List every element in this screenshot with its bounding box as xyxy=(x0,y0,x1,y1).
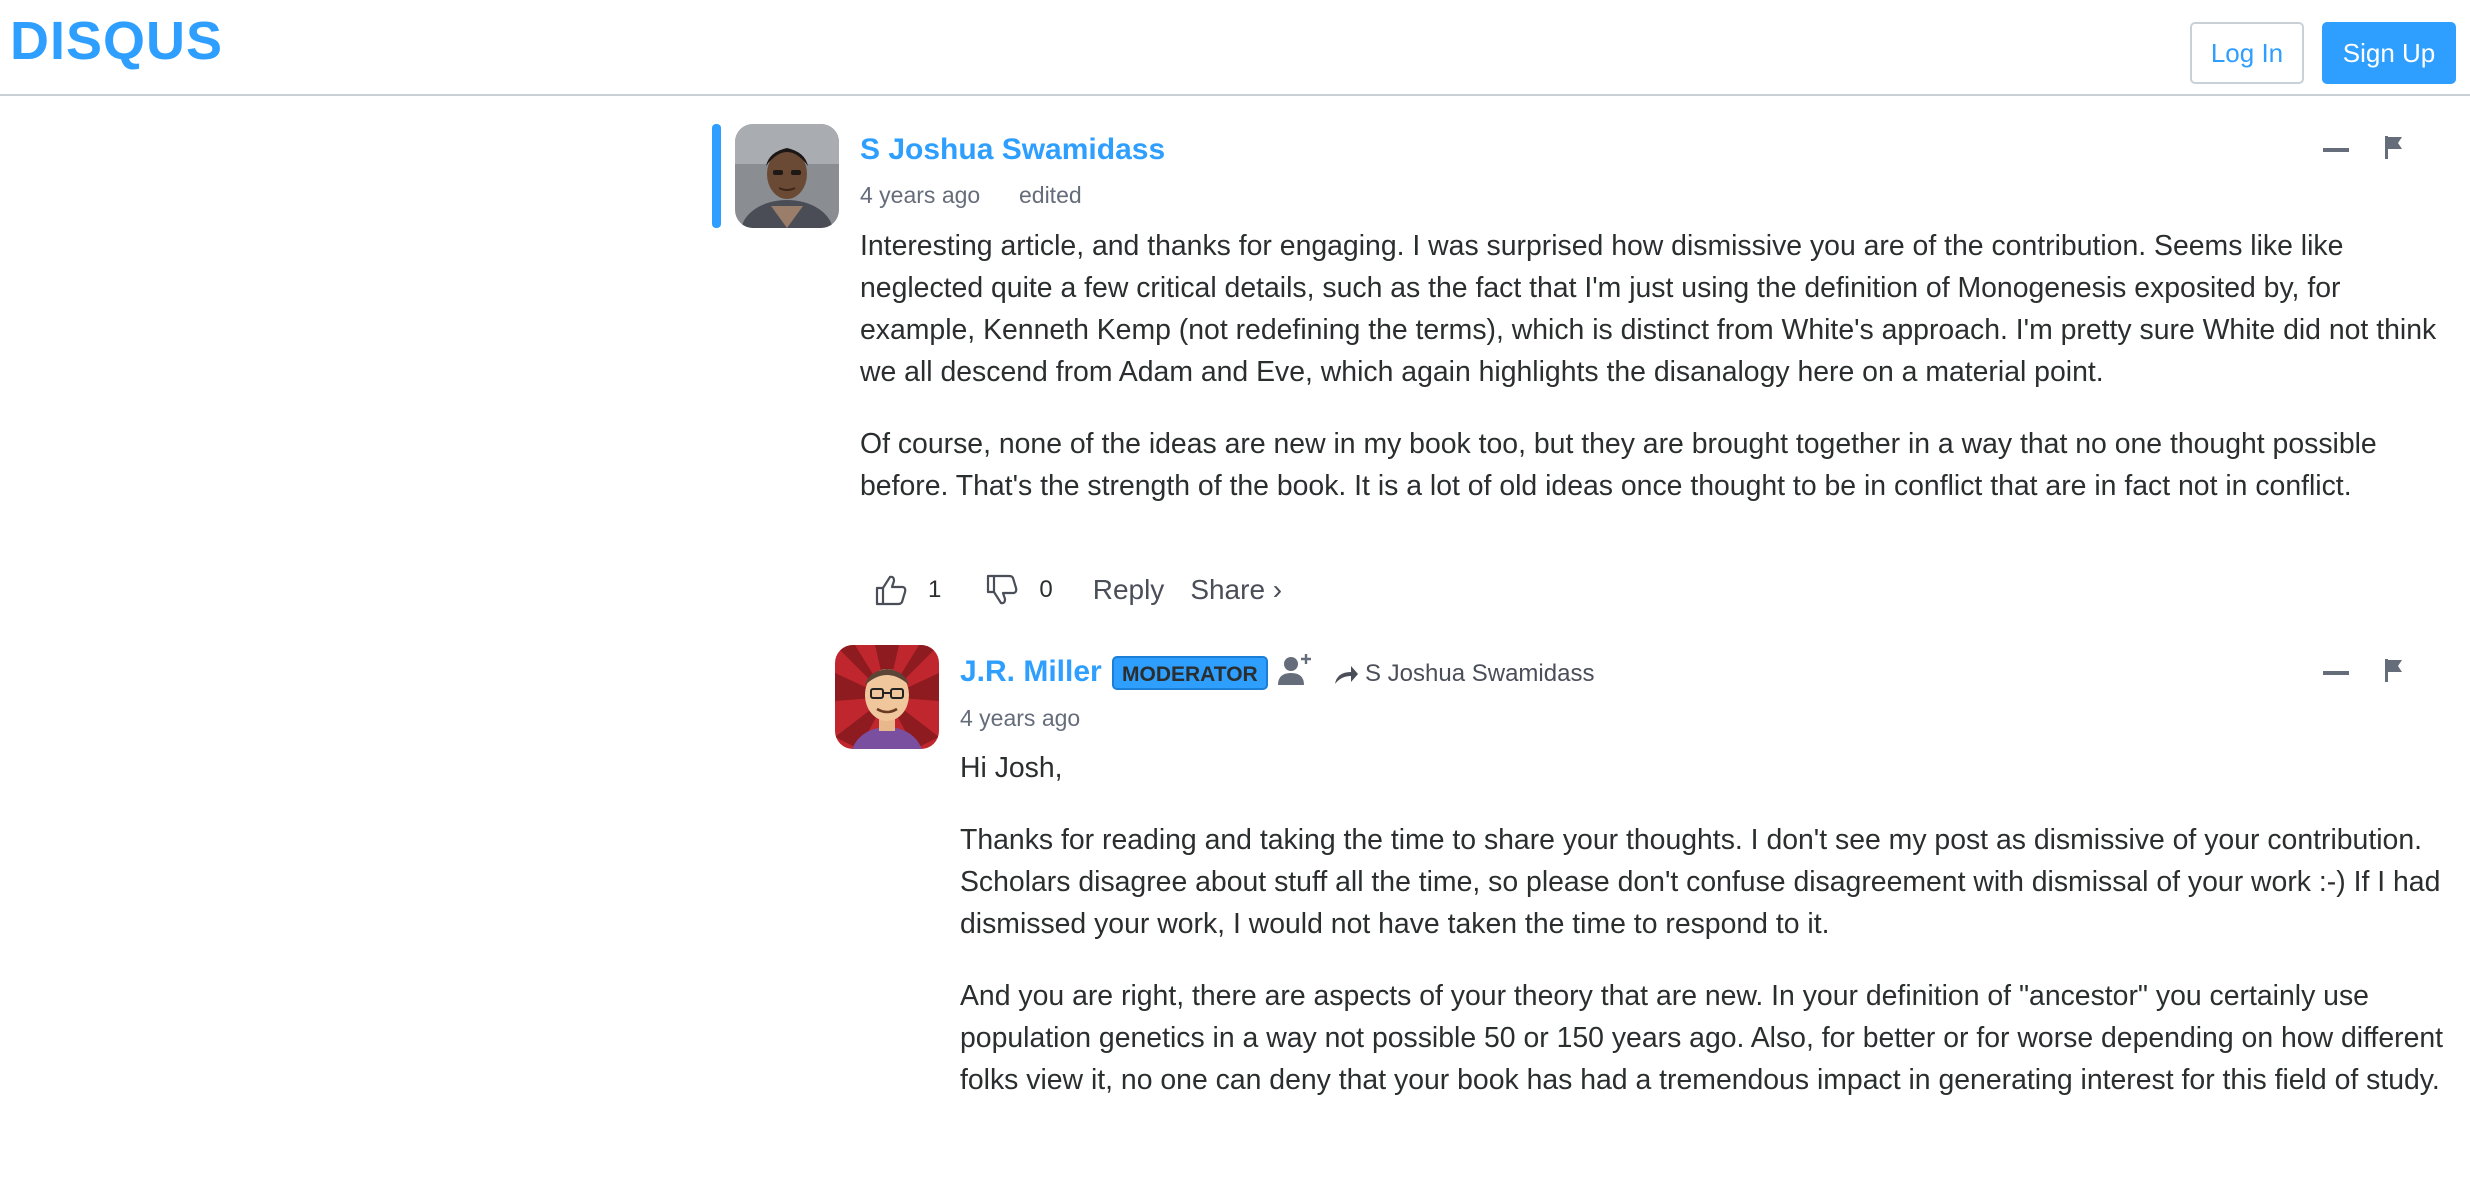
downvote-button[interactable]: 0 xyxy=(985,573,1053,607)
collapse-icon[interactable] xyxy=(2323,148,2349,152)
reply-button[interactable]: Reply xyxy=(1093,574,1165,606)
comment-highlight-bar xyxy=(712,124,721,228)
avatar[interactable] xyxy=(735,124,839,228)
upvote-button[interactable]: 1 xyxy=(874,573,941,607)
follow-user-icon[interactable] xyxy=(1277,652,1313,693)
reply-arrow-icon xyxy=(1335,666,1358,684)
comment-body: Hi Josh, Thanks for reading and taking t… xyxy=(960,747,2450,1131)
comment-paragraph: And you are right, there are aspects of … xyxy=(960,980,2444,1096)
comment-paragraph: Hi Josh, xyxy=(960,752,1063,784)
share-button[interactable]: Share › xyxy=(1190,574,1282,606)
comment-body: Interesting article, and thanks for enga… xyxy=(860,225,2450,537)
upvote-count: 1 xyxy=(928,576,942,603)
comment-paragraph: Thanks for reading and taking the time t… xyxy=(960,824,2441,940)
flag-icon[interactable] xyxy=(2382,657,2406,688)
collapse-icon[interactable] xyxy=(2323,671,2349,675)
moderator-badge: MODERATOR xyxy=(1112,656,1268,690)
top-bar: DISQUS Log In Sign Up xyxy=(0,0,2470,96)
comment-timestamp[interactable]: 4 years ago xyxy=(860,182,980,208)
signup-button[interactable]: Sign Up xyxy=(2322,22,2456,84)
flag-icon[interactable] xyxy=(2382,134,2406,165)
login-button[interactable]: Log In xyxy=(2190,22,2304,84)
thumbs-up-icon xyxy=(875,575,907,606)
comment-author[interactable]: J.R. Miller xyxy=(960,655,1102,689)
comment-actions: 1 0 Reply Share › xyxy=(874,570,1282,610)
reply-to-author: S Joshua Swamidass xyxy=(1365,660,1595,687)
avatar[interactable] xyxy=(835,645,939,749)
comment-timestamp[interactable]: 4 years ago xyxy=(960,705,1080,732)
comment-paragraph: Interesting article, and thanks for enga… xyxy=(860,230,2437,388)
comment-paragraph: Of course, none of the ideas are new in … xyxy=(860,428,2377,502)
comment-meta: 4 years ago edited xyxy=(860,182,1082,209)
edited-label: edited xyxy=(1018,182,1082,208)
disqus-logo[interactable]: DISQUS xyxy=(10,14,223,68)
in-reply-to[interactable]: S Joshua Swamidass xyxy=(1333,657,1594,691)
thumbs-down-icon xyxy=(987,574,1018,605)
comment-author[interactable]: S Joshua Swamidass xyxy=(860,133,1165,167)
downvote-count: 0 xyxy=(1039,576,1053,603)
